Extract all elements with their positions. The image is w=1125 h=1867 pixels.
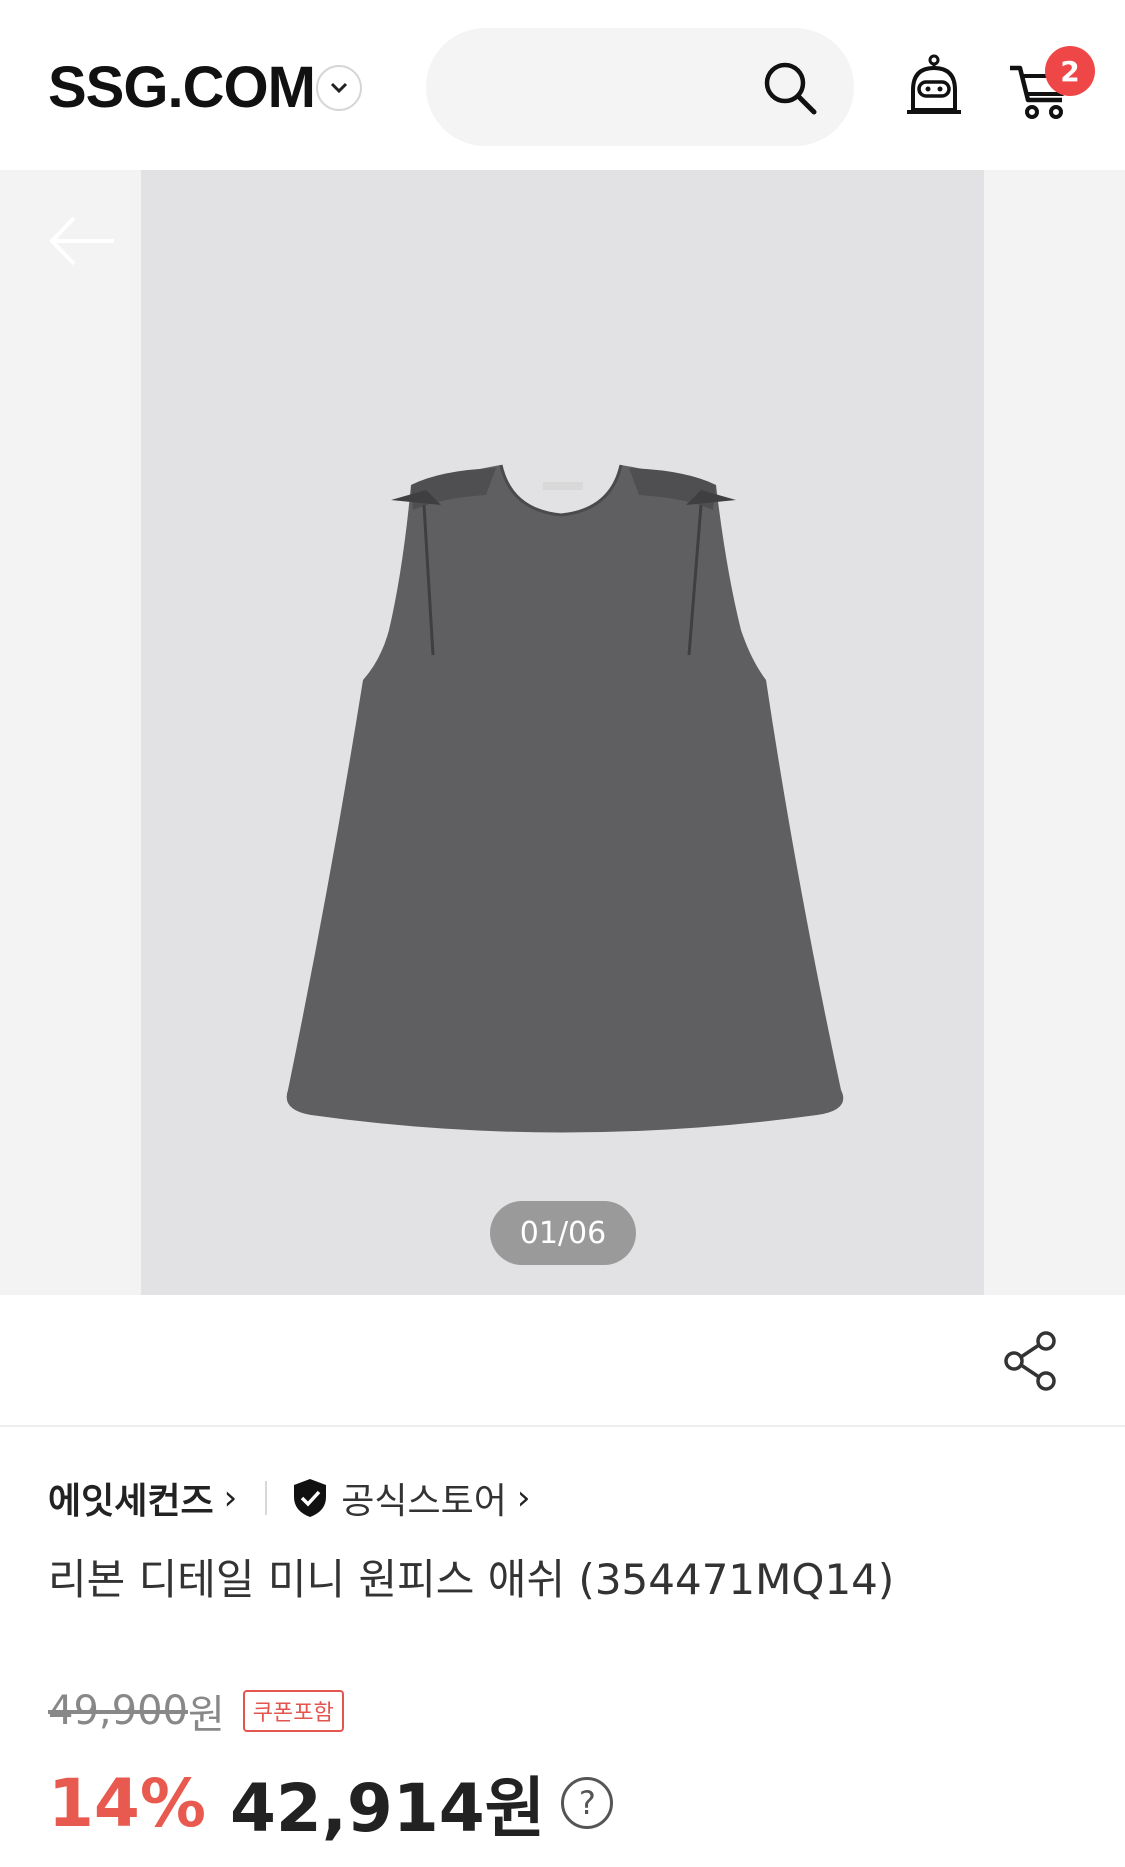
brand-row: 에잇세컨즈 › 공식스토어 › (48, 1470, 530, 1526)
cart-count-badge: 2 (1045, 46, 1095, 96)
product-title: 리본 디테일 미니 원피스 애쉬 (354471MQ14) (48, 1555, 895, 1604)
chevron-right-icon[interactable]: › (517, 1478, 531, 1518)
search-input[interactable] (426, 28, 854, 146)
original-price-row: 49,900 원 쿠폰포함 (48, 1682, 344, 1740)
dress-image (286, 464, 844, 1133)
final-price: 42,914원 (229, 1770, 546, 1847)
product-image-gallery[interactable]: 01/06 (0, 170, 1125, 1295)
shield-check-icon (294, 1479, 327, 1517)
coupon-included-badge: 쿠폰포함 (242, 1690, 344, 1732)
search-icon[interactable] (762, 60, 818, 116)
top-header: SSG.COM 2 (0, 0, 1125, 170)
divider (265, 1481, 268, 1515)
share-row (0, 1295, 1125, 1427)
back-arrow-icon[interactable] (48, 214, 118, 268)
discount-rate: 14% (48, 1764, 206, 1842)
currency-label: 원 (187, 1692, 225, 1738)
share-icon[interactable] (1002, 1331, 1058, 1391)
original-price: 49,900 (48, 1688, 188, 1734)
ssg-logo[interactable]: SSG.COM (48, 58, 316, 118)
chevron-down-icon[interactable] (316, 65, 362, 111)
brand-link[interactable]: 에잇세컨즈 (48, 1472, 214, 1524)
bot-icon[interactable] (903, 54, 965, 120)
chevron-right-icon[interactable]: › (224, 1478, 238, 1518)
image-counter: 01/06 (490, 1201, 636, 1265)
official-store-link[interactable]: 공식스토어 (341, 1472, 507, 1524)
final-price-row: 14% 42,914원 ? (48, 1755, 614, 1851)
price-help-icon[interactable]: ? (561, 1777, 614, 1829)
